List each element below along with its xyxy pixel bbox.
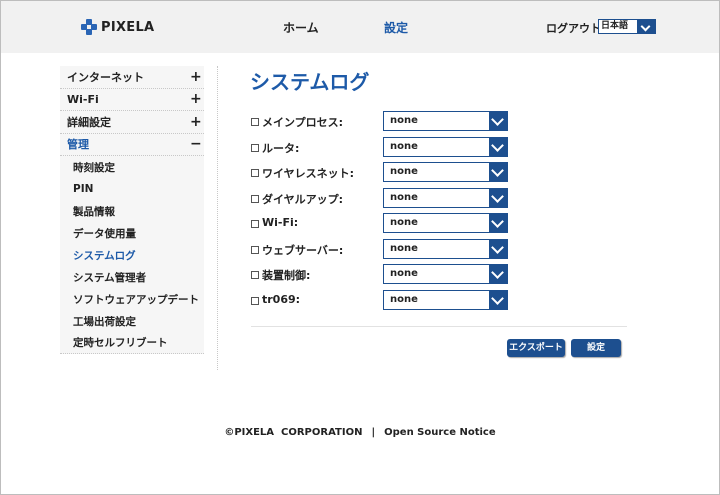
logo[interactable]: PIXELA	[81, 18, 154, 36]
select-value: none	[390, 268, 418, 279]
log-level-select[interactable]: none	[383, 238, 508, 259]
select-value: none	[390, 191, 418, 203]
nav-home[interactable]: ホーム	[283, 19, 319, 36]
log-level-select[interactable]: none	[383, 136, 508, 157]
log-row-wifi: Wi-Fi: none	[251, 212, 511, 238]
row-label: 装置制御:	[262, 269, 311, 282]
sidebar-subitem-pin[interactable]: PIN	[60, 178, 204, 200]
log-row-wireless-net: ワイヤレスネット: none	[251, 161, 511, 187]
checkbox[interactable]	[251, 143, 259, 152]
copyright: ©PIXELA CORPORATION	[224, 427, 363, 438]
log-row-dialup: ダイヤルアップ: none	[251, 187, 511, 213]
log-level-select[interactable]: none	[383, 187, 508, 208]
log-row-web-server: ウェブサーバー: none	[251, 238, 511, 264]
log-row-router: ルータ: none	[251, 136, 511, 162]
log-level-select[interactable]: none	[383, 111, 508, 131]
select-value: none	[390, 140, 418, 152]
pixela-logo-icon	[81, 19, 97, 35]
row-label: ウェブサーバー:	[262, 243, 344, 257]
select-value: none	[390, 293, 418, 305]
sidebar-item-management[interactable]: 管理 −	[60, 133, 204, 156]
language-select[interactable]: 日本語	[598, 19, 656, 34]
expand-icon: +	[190, 113, 202, 130]
sidebar-subitem-time[interactable]: 時刻設定	[60, 156, 204, 178]
sidebar-subitem-system-admin[interactable]: システム管理者	[60, 266, 204, 288]
export-button[interactable]: エクスポート	[507, 339, 565, 357]
log-level-select[interactable]: none	[383, 162, 508, 182]
footer: ©PIXELA CORPORATION | Open Source Notice	[0, 427, 720, 438]
log-row-device-control: 装置制御: none	[251, 263, 511, 289]
chevron-down-icon	[489, 112, 507, 130]
sidebar-subitem-product-info[interactable]: 製品情報	[60, 200, 204, 222]
chevron-down-icon	[637, 20, 655, 33]
sidebar-item-advanced[interactable]: 詳細設定 +	[60, 111, 204, 134]
sidebar-subitem-factory-reset[interactable]: 工場出荷設定	[60, 310, 204, 332]
sidebar-item-label: 管理	[67, 138, 89, 152]
sidebar-subitem-software-update[interactable]: ソフトウェアアップデート	[60, 288, 204, 310]
sidebar: インターネット + Wi-Fi + 詳細設定 + 管理 − 時刻設定 PIN 製…	[60, 66, 204, 354]
checkbox[interactable]	[251, 220, 259, 228]
checkbox[interactable]	[251, 118, 259, 126]
chevron-down-icon	[489, 214, 507, 232]
log-level-select[interactable]: none	[383, 264, 508, 284]
log-row-tr069: tr069: none	[251, 289, 511, 315]
log-settings-list: メインプロセス: none ルータ: none ワイヤレスネット: none ダ…	[251, 110, 511, 314]
sidebar-subitem-scheduled-reboot[interactable]: 定時セルフリブート	[60, 332, 204, 354]
header: PIXELA ホーム 設定 ログアウト 日本語	[1, 1, 719, 53]
chevron-down-icon	[489, 290, 507, 309]
checkbox[interactable]	[251, 271, 259, 279]
checkbox[interactable]	[251, 245, 259, 254]
sidebar-item-label: 詳細設定	[67, 115, 111, 129]
select-value: none	[390, 242, 418, 254]
log-level-select[interactable]: none	[383, 213, 508, 233]
chevron-down-icon	[489, 137, 507, 156]
language-value: 日本語	[601, 21, 629, 31]
chevron-down-icon	[489, 239, 507, 258]
chevron-down-icon	[489, 188, 507, 207]
log-row-main-process: メインプロセス: none	[251, 110, 511, 136]
row-label: ルータ:	[262, 141, 300, 155]
row-label: メインプロセス:	[262, 116, 344, 129]
open-source-notice-link[interactable]: Open Source Notice	[384, 427, 496, 438]
row-label: Wi-Fi:	[262, 216, 299, 229]
chevron-down-icon	[489, 265, 507, 283]
nav-settings[interactable]: 設定	[384, 19, 408, 36]
page-title: システムログ	[250, 70, 370, 94]
checkbox[interactable]	[251, 169, 259, 177]
vertical-divider	[217, 66, 218, 370]
logo-text: PIXELA	[101, 19, 155, 35]
chevron-down-icon	[489, 163, 507, 181]
row-label: tr069:	[262, 292, 301, 306]
apply-button[interactable]: 設定	[571, 339, 621, 357]
expand-icon: +	[190, 91, 202, 108]
sidebar-subitem-system-log[interactable]: システムログ	[60, 244, 204, 266]
expand-icon: +	[190, 68, 202, 85]
sidebar-item-wifi[interactable]: Wi-Fi +	[60, 88, 204, 111]
log-level-select[interactable]: none	[383, 289, 508, 310]
collapse-icon: −	[190, 136, 202, 153]
sidebar-item-internet[interactable]: インターネット +	[60, 66, 204, 89]
select-value: none	[390, 115, 418, 126]
sidebar-item-label: インターネット	[67, 70, 144, 84]
row-label: ダイヤルアップ:	[262, 192, 344, 206]
checkbox[interactable]	[251, 194, 259, 203]
checkbox[interactable]	[251, 296, 259, 305]
footer-separator: |	[371, 427, 376, 438]
sidebar-item-label: Wi-Fi	[67, 92, 99, 106]
logout-link[interactable]: ログアウト	[546, 20, 601, 36]
select-value: none	[390, 166, 418, 177]
sidebar-subitem-data-usage[interactable]: データ使用量	[60, 222, 204, 244]
row-label: ワイヤレスネット:	[262, 167, 355, 180]
horizontal-divider	[251, 326, 627, 327]
select-value: none	[390, 217, 418, 228]
